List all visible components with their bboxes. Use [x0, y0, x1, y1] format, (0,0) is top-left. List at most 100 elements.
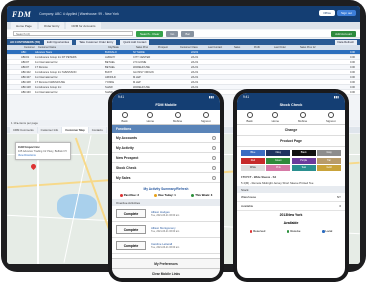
- radio-reserved[interactable]: Reserved: [250, 229, 265, 233]
- color-swatch[interactable]: Gray: [317, 150, 341, 156]
- color-swatch[interactable]: Tan: [317, 157, 341, 164]
- radio-receive[interactable]: Receive: [287, 229, 300, 233]
- radio-local[interactable]: Local: [322, 229, 333, 233]
- map-info-title: CAR Import Inc: [18, 145, 40, 149]
- color-swatch[interactable]: Gold: [317, 165, 341, 171]
- column-header[interactable]: Sales Prev 12: [297, 46, 323, 49]
- column-header[interactable]: Sales Prsn: [133, 46, 155, 49]
- stock-row: Warehouse NY: [237, 193, 345, 202]
- nav-mobine[interactable]: Mobine: [173, 111, 182, 123]
- nav-home[interactable]: Home: [272, 111, 279, 123]
- phone-header: FDM Mobile: [112, 100, 220, 110]
- status-time: 9:41: [118, 94, 125, 99]
- quick-add-contact-button[interactable]: Quick Add Contact: [120, 39, 150, 45]
- chevron-right-icon: [212, 135, 216, 140]
- activity-summary-title[interactable]: My Activity Summary/Refresh: [112, 187, 220, 191]
- color-swatch[interactable]: White: [241, 165, 265, 171]
- column-header[interactable]: Customer Name: [35, 46, 105, 49]
- battery-icon: ▮▮▮: [333, 94, 339, 99]
- menu-item-my-accounts[interactable]: My Accounts: [112, 133, 220, 143]
- color-swatch[interactable]: Purple: [291, 157, 316, 164]
- column-header[interactable]: Prospect: [155, 46, 177, 49]
- status-time: 9:41: [243, 94, 250, 99]
- stock-type-options: Reserved Receive Local: [237, 227, 345, 235]
- sign-out-button[interactable]: Sign out: [336, 10, 356, 16]
- activity-row: Complete Allison Montgomery Tue, 2021-06-…: [112, 222, 220, 238]
- take-order-button[interactable]: Take Customer Order Entry: [76, 39, 117, 45]
- tab-customer-map[interactable]: Customer Map: [62, 127, 88, 133]
- color-swatch[interactable]: Red: [241, 157, 265, 164]
- activity-date: Tue, 2021-06-21 06:00 am: [151, 214, 180, 217]
- map-directions-link[interactable]: View Directions: [18, 154, 68, 157]
- phone-right-screen: 9:41 ▮▮▮ Stock Check Back Home Mobine Si…: [237, 93, 345, 278]
- tab-crm-comments[interactable]: CRM Comments: [10, 127, 37, 133]
- menu-header: Functions: [112, 125, 220, 133]
- color-swatch[interactable]: Teal: [291, 165, 316, 171]
- color-swatches: Blue Navy Black Gray Red Green Purple Tan White P…: [237, 147, 345, 174]
- chevron-right-icon: [212, 155, 216, 160]
- tab-crm[interactable]: CRM for Accounts: [66, 22, 101, 29]
- legend-past-due: Past Due: 3: [119, 193, 139, 197]
- tab-home[interactable]: Home Page: [11, 22, 37, 29]
- bar-button[interactable]: Bar: [181, 30, 195, 37]
- office-button[interactable]: Office: [319, 10, 335, 16]
- change-button[interactable]: Change: [237, 125, 345, 136]
- nav-mobine[interactable]: Mobine: [298, 111, 307, 123]
- menu-item-my-sales[interactable]: My Sales: [112, 173, 220, 183]
- add-account-button[interactable]: Add Account: [331, 30, 356, 37]
- overdue-section-label: Overdue Activities: [112, 199, 220, 206]
- tab-contacts[interactable]: Contacts: [88, 127, 106, 133]
- menu-item-stock-check[interactable]: Stock Check: [112, 163, 220, 173]
- map-info-address: 105 Advance Trading Ctr Pkwy, Buffalo NY: [18, 150, 68, 153]
- map-pin-icon[interactable]: [29, 162, 38, 171]
- my-preferences-button[interactable]: My Preferences: [112, 258, 220, 268]
- nav-home[interactable]: Home: [147, 111, 154, 123]
- go-button[interactable]: Go: [166, 30, 179, 37]
- search-input[interactable]: Search (2): [13, 31, 133, 36]
- app-logo: FDM: [12, 9, 32, 19]
- filter-bar: Search (2) Search - Clear Go Bar Add Acc…: [7, 30, 360, 38]
- warehouse-title: 2013New York: [279, 213, 303, 217]
- color-swatch[interactable]: Navy: [266, 150, 291, 156]
- color-swatch[interactable]: Pink: [266, 165, 291, 171]
- nav-signout[interactable]: Signout: [326, 111, 336, 123]
- menu-item-new-prospect[interactable]: New Prospect: [112, 153, 220, 163]
- mobile-icon: [299, 111, 306, 118]
- column-header[interactable]: Profit: [251, 46, 271, 49]
- search-clear-button[interactable]: Search - Clear: [136, 30, 164, 37]
- signout-icon: [327, 111, 334, 118]
- color-swatch[interactable]: Blue: [241, 150, 265, 156]
- column-header[interactable]: Last Order: [271, 46, 297, 49]
- edit-opportunities-button[interactable]: Edit Opportunities: [43, 39, 73, 45]
- phone-left-device: 9:41 ▮▮▮ FDM Mobile Back Home Mobine Sig…: [108, 89, 224, 282]
- complete-button[interactable]: Complete: [116, 209, 146, 218]
- activity-date: Tue, 2021-06-21 06:00 am: [151, 246, 180, 249]
- complete-button[interactable]: Complete: [116, 241, 146, 250]
- grid-header: All CUSTOMERS (78) Edit Opportunities Ta…: [7, 39, 360, 50]
- phone-right-device: 9:41 ▮▮▮ Stock Check Back Home Mobine Si…: [233, 89, 349, 282]
- column-header[interactable]: Customer Class: [177, 46, 205, 49]
- color-swatch[interactable]: Black: [291, 150, 316, 156]
- nav-back[interactable]: Back: [121, 111, 128, 123]
- color-swatch[interactable]: Green: [266, 157, 291, 164]
- column-header[interactable]: Customer: [21, 46, 35, 49]
- mobile-icon: [174, 111, 181, 118]
- status-bar: 9:41 ▮▮▮: [237, 93, 345, 100]
- column-header[interactable]: Sales: [231, 46, 251, 49]
- complete-button[interactable]: Complete: [116, 225, 146, 234]
- column-header[interactable]: City/State: [105, 46, 133, 49]
- status-bar: 9:41 ▮▮▮: [112, 93, 220, 100]
- nav-back[interactable]: Back: [246, 111, 253, 123]
- stock-section-label: Stock: [237, 186, 345, 193]
- home-icon: [147, 111, 154, 118]
- phone-footer: My Preferences Clear Mobile Links: [112, 258, 220, 278]
- tab-customer-info[interactable]: Customer Info: [37, 127, 62, 133]
- product-page-button[interactable]: Product Page: [237, 136, 345, 147]
- menu-item-my-activity[interactable]: My Activity: [112, 143, 220, 153]
- column-header[interactable]: Last Contact: [205, 46, 231, 49]
- clear-mobile-links-button[interactable]: Clear Mobile Links: [112, 268, 220, 278]
- nav-signout[interactable]: Signout: [201, 111, 211, 123]
- activity-legend: Past Due: 3 Due Today: 1 This Week: 3: [112, 193, 220, 197]
- tab-order-entry[interactable]: Order Entry: [38, 22, 65, 29]
- data-refresh-button[interactable]: Data Refresh: [334, 39, 357, 45]
